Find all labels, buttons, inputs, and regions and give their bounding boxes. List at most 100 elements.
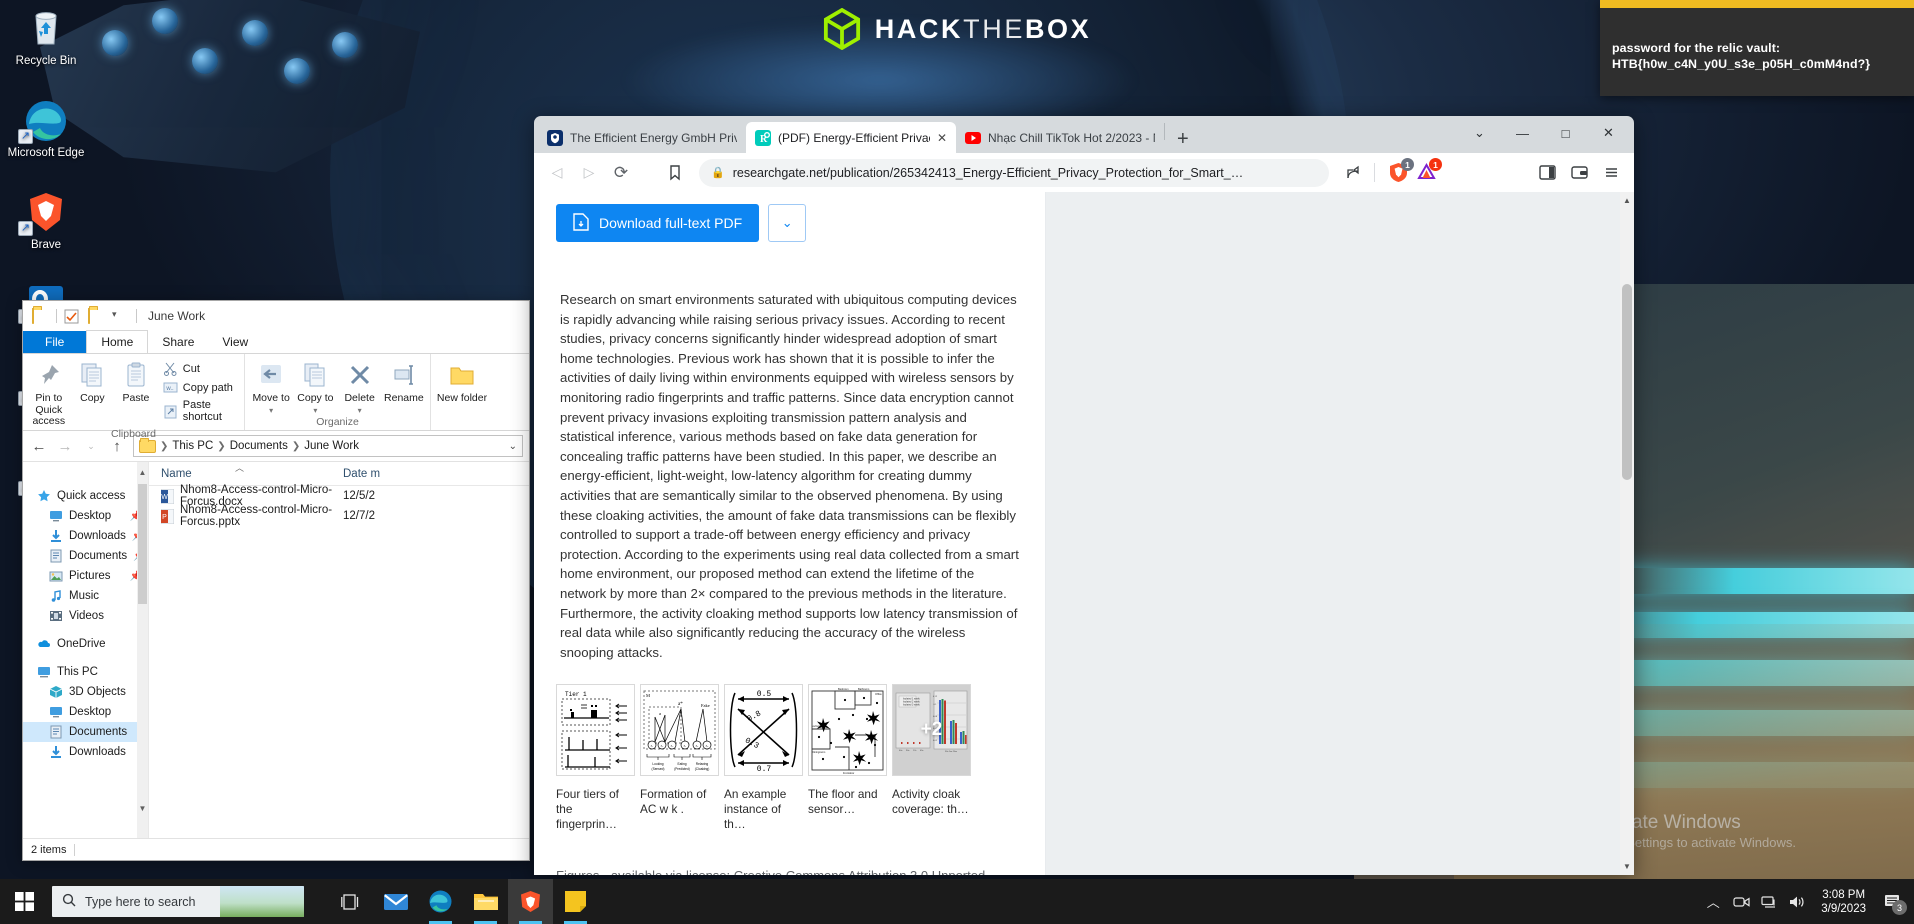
sidebar-icon[interactable] [1533,159,1561,187]
nav-item-desktop-thispc[interactable]: Desktop [23,702,148,722]
figure-thumbnail-4[interactable]: BedroomBathroomOffice LivingroomDiningro… [808,684,887,776]
copy-to-button[interactable]: Copy to ▾ [294,357,336,416]
figure-thumbnail-5[interactable]: Isolated 1 weekIsolated 2 weekIsolated 3… [892,684,971,776]
breadcrumb-item-june-work[interactable]: June Work [304,440,359,452]
desktop-icon-microsoft-edge[interactable]: ↗ Microsoft Edge [4,98,88,160]
reload-button[interactable]: ⟳ [607,159,635,187]
license-link[interactable]: Creative Commons Attribution 3.0 Unporte… [734,868,985,875]
scroll-up-arrow-icon[interactable]: ▲ [137,466,148,480]
desktop-icon-brave[interactable]: ↗ Brave [4,190,88,252]
table-row[interactable]: W Nhom8-Access-control-Micro-Forcus.docx… [149,486,529,506]
copy-path-button[interactable]: w.. Copy path [163,380,235,395]
browser-tab-2[interactable]: R (PDF) Energy-Efficient Privacy Prot ✕ [746,122,956,153]
nav-item-desktop[interactable]: Desktop 📌 [23,506,148,526]
tab-home[interactable]: Home [86,330,148,354]
nav-item-quick-access[interactable]: Quick access [23,486,148,506]
file-explorer-window[interactable]: ▾ June Work File Home Share View Pin to … [22,300,530,861]
figure-thumbnail-1[interactable]: Tier 1 [556,684,635,776]
figure-thumbnail-3[interactable]: 0.50.7 0.8 0.3 [724,684,803,776]
qat-customize-chevron-icon[interactable]: ▾ [112,309,129,324]
figure-thumbnail-2[interactable]: M a a* Fake [640,684,719,776]
delete-button[interactable]: Delete ▾ [339,357,381,416]
tab-share[interactable]: Share [148,331,208,353]
new-tab-button[interactable]: + [1165,129,1201,153]
volume-icon[interactable] [1783,879,1811,924]
recent-locations-button[interactable]: ⌄ [81,441,101,452]
more-figures-overlay[interactable]: +2 [893,685,970,775]
new-folder-button[interactable]: New folder [436,357,488,428]
sticky-note[interactable]: password for the relic vault: HTB{h0w_c4… [1600,0,1914,96]
chevron-down-icon[interactable]: ▾ [269,406,273,415]
page-vertical-scrollbar[interactable]: ▲ ▼ [1620,192,1634,875]
back-button[interactable]: ◁ [543,159,571,187]
tab-search-button[interactable]: ⌄ [1458,119,1501,147]
nav-item-downloads-thispc[interactable]: Downloads [23,742,148,762]
clock[interactable]: 3:08 PM 3/9/2023 [1811,888,1876,916]
sticky-notes-icon[interactable] [553,879,598,924]
rename-button[interactable]: Rename [383,357,425,416]
scrollbar-thumb[interactable] [1622,284,1632,480]
tab-view[interactable]: View [208,331,262,353]
qat-properties-icon[interactable] [64,309,81,324]
table-row[interactable]: P Nhom8-Access-control-Micro-Forcus.pptx… [149,506,529,526]
mail-icon[interactable] [373,879,418,924]
breadcrumb-dropdown-icon[interactable]: ⌄ [509,441,517,452]
chevron-down-icon[interactable]: ▾ [313,406,317,415]
close-tab-icon[interactable]: ✕ [937,131,947,145]
close-window-button[interactable]: ✕ [1587,119,1630,147]
move-to-button[interactable]: Move to ▾ [250,357,292,416]
download-full-text-pdf-button[interactable]: Download full-text PDF [556,204,759,242]
show-hidden-icons-chevron[interactable]: ︿ [1699,879,1727,924]
paste-button[interactable]: Paste [115,357,157,428]
nav-item-documents-thispc[interactable]: Documents [23,722,148,742]
pin-to-quick-access-button[interactable]: Pin to Quick access [28,357,70,428]
desktop-icon-recycle-bin[interactable]: Recycle Bin [4,6,88,68]
search-input[interactable]: Type here to search [52,886,304,917]
tab-file[interactable]: File [23,331,86,353]
minimize-button[interactable]: — [1501,119,1544,147]
nav-item-documents[interactable]: Documents 📌 [23,546,148,566]
network-icon[interactable] [1755,879,1783,924]
brave-rewards-icon[interactable]: 1 [1416,162,1437,183]
scroll-down-arrow-icon[interactable]: ▼ [1620,859,1634,874]
brave-browser-window[interactable]: The Efficient Energy GmbH Privacy an R (… [534,116,1634,875]
hamburger-menu-icon[interactable] [1597,159,1625,187]
nav-item-downloads[interactable]: Downloads 📌 [23,526,148,546]
scroll-down-arrow-icon[interactable]: ▼ [137,802,148,816]
cut-button[interactable]: Cut [163,361,235,376]
forward-button[interactable]: ▷ [575,159,603,187]
column-header-name[interactable]: Name ︿ [149,468,343,480]
task-view-icon[interactable] [328,879,373,924]
brave-shields-icon[interactable]: 1 [1388,162,1409,183]
navigation-pane-scrollbar[interactable]: ▲ ▼ [137,462,148,838]
brave-icon[interactable] [508,879,553,924]
scroll-up-arrow-icon[interactable]: ▲ [1620,193,1634,208]
browser-tab-3[interactable]: Nhạc Chill TikTok Hot 2/2023 - Những [956,122,1164,153]
address-bar-input[interactable]: 🔒 researchgate.net/publication/265342413… [699,159,1329,187]
download-options-caret[interactable]: ⌄ [768,204,806,242]
breadcrumb-item-this-pc[interactable]: This PC [172,440,213,452]
nav-item-this-pc[interactable]: This PC [23,662,148,682]
action-center-button[interactable]: 3 [1876,879,1908,924]
nav-item-onedrive[interactable]: OneDrive [23,634,148,654]
paste-shortcut-button[interactable]: Paste shortcut [163,399,235,423]
nav-item-music[interactable]: Music [23,586,148,606]
browser-tab-1[interactable]: The Efficient Energy GmbH Privacy an [538,122,746,153]
nav-item-pictures[interactable]: Pictures 📌 [23,566,148,586]
share-icon[interactable] [1339,159,1367,187]
bookmark-icon[interactable] [661,159,689,187]
explorer-file-list[interactable]: Name ︿ Date m W Nhom8-Access-control-Mic… [149,462,529,838]
camera-icon[interactable] [1727,879,1755,924]
wallet-icon[interactable] [1565,159,1593,187]
explorer-navigation-pane[interactable]: Quick access Desktop 📌 Downloads 📌 Docum… [23,462,149,838]
nav-item-3d-objects[interactable]: 3D Objects [23,682,148,702]
nav-item-videos[interactable]: Videos [23,606,148,626]
file-explorer-icon[interactable] [463,879,508,924]
column-header-date-modified[interactable]: Date m [343,468,380,480]
breadcrumb-item-documents[interactable]: Documents [230,440,288,452]
maximize-button[interactable]: □ [1544,119,1587,147]
scrollbar-thumb[interactable] [138,484,147,604]
chevron-down-icon[interactable]: ▾ [339,405,381,417]
start-button[interactable] [0,879,48,924]
qat-new-folder-icon[interactable] [88,309,105,324]
